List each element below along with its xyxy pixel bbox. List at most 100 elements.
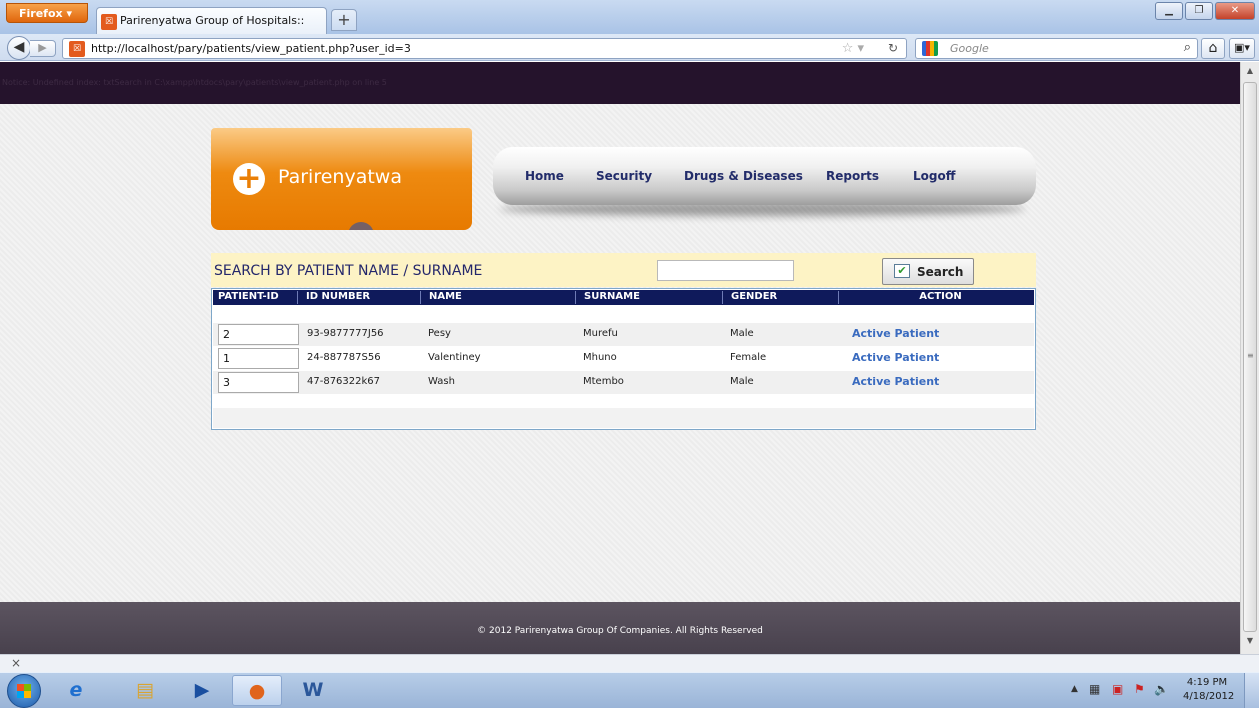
patient-search-row: SEARCH BY PATIENT NAME / SURNAME ✔ Searc… <box>211 253 1036 287</box>
menu-item-security[interactable]: Security <box>596 169 652 183</box>
start-button[interactable] <box>7 674 41 708</box>
main-menu: Home Security Drugs & Diseases Reports L… <box>493 147 1036 205</box>
new-tab-button[interactable]: + <box>331 9 357 31</box>
patients-table: PATIENT-ID ID NUMBER NAME SURNAME GENDER… <box>211 288 1036 430</box>
grip-icon: ≡ <box>1247 351 1254 360</box>
surname-cell: Mtembo <box>583 376 624 387</box>
active-patient-link[interactable]: Active Patient <box>852 327 939 340</box>
vertical-scrollbar[interactable]: ▲ ≡ ▼ <box>1240 62 1259 654</box>
table-row: 2 93-9877777J56 Pesy Murefu Male Active … <box>213 323 1034 346</box>
menu-item-home[interactable]: Home <box>525 169 564 183</box>
windows-taskbar: e ▤ ▶ ● W ▲ ▦ ▣ ⚑ 🔈 4:19 PM 4/18/2012 <box>0 672 1259 708</box>
search-button-label: Search <box>917 265 964 279</box>
column-header-patient-id: PATIENT-ID <box>213 291 298 304</box>
screen: Firefox ▾ ☒ Parirenyatwa Group of Hospit… <box>0 0 1259 708</box>
column-header-id-number: ID NUMBER <box>301 291 421 304</box>
header-bar: Notice: Undefined index: txtSearch in C:… <box>0 62 1240 104</box>
id-number-cell: 93-9877777J56 <box>307 328 384 339</box>
windows-logo-icon <box>17 684 31 698</box>
active-patient-link[interactable]: Active Patient <box>852 375 939 388</box>
url-text[interactable]: http://localhost/pary/patients/view_pati… <box>91 42 411 55</box>
id-number-cell: 47-876322k67 <box>307 376 381 387</box>
google-icon[interactable] <box>922 41 938 56</box>
word-icon[interactable]: W <box>288 675 338 706</box>
reload-icon[interactable]: ↻ <box>888 41 898 55</box>
search-engine-placeholder: Google <box>950 42 989 55</box>
patient-id-field[interactable]: 2 <box>218 324 299 345</box>
menu-item-drugs-diseases[interactable]: Drugs & Diseases <box>684 169 803 183</box>
logo-decoration <box>348 222 374 230</box>
scroll-down-arrow-icon[interactable]: ▼ <box>1244 636 1256 650</box>
home-icon[interactable]: ⌂ <box>1201 38 1225 59</box>
scrollbar-thumb[interactable]: ≡ <box>1243 82 1257 632</box>
surname-cell: Murefu <box>583 328 618 339</box>
maximize-icon[interactable]: ❐ <box>1185 2 1213 20</box>
window-controls: ▁ ❐ ✕ <box>1155 2 1255 20</box>
column-header-gender: GENDER <box>726 291 839 304</box>
firefox-menu-button[interactable]: Firefox ▾ <box>6 3 88 23</box>
close-icon[interactable]: ✕ <box>1215 2 1255 20</box>
url-bar[interactable]: ☒ http://localhost/pary/patients/view_pa… <box>62 38 907 59</box>
name-cell: Valentiney <box>428 352 481 363</box>
xampp-icon: ☒ <box>101 14 117 30</box>
gender-cell: Female <box>730 352 767 363</box>
tray-expand-icon[interactable]: ▲ <box>1071 684 1078 694</box>
bookmark-star-icon[interactable]: ☆ ▾ <box>842 41 864 56</box>
search-engine-bar[interactable]: Google ⌕ <box>915 38 1198 59</box>
menu-item-logoff[interactable]: Logoff <box>913 169 955 183</box>
column-header-surname: SURNAME <box>579 291 723 304</box>
footer-copyright: © 2012 Parirenyatwa Group Of Companies. … <box>477 626 763 636</box>
php-notice: Notice: Undefined index: txtSearch in C:… <box>2 78 387 87</box>
show-desktop-button[interactable] <box>1244 673 1259 708</box>
browser-titlebar: Firefox ▾ ☒ Parirenyatwa Group of Hospit… <box>0 0 1259 35</box>
plus-icon: + <box>233 163 265 195</box>
scroll-up-arrow-icon[interactable]: ▲ <box>1244 66 1256 80</box>
browser-navbar: ◀ ▶ ☒ http://localhost/pary/patients/vie… <box>0 34 1259 61</box>
name-cell: Wash <box>428 376 455 387</box>
active-patient-link[interactable]: Active Patient <box>852 351 939 364</box>
internet-explorer-icon[interactable]: e <box>51 675 101 706</box>
network-icon[interactable]: ▣ <box>1112 682 1123 696</box>
patient-id-field[interactable]: 1 <box>218 348 299 369</box>
printer-icon[interactable]: ▦ <box>1089 682 1100 696</box>
surname-cell: Mhuno <box>583 352 617 363</box>
xampp-icon: ☒ <box>69 41 85 57</box>
search-label: SEARCH BY PATIENT NAME / SURNAME <box>214 263 483 279</box>
page-viewport: Notice: Undefined index: txtSearch in C:… <box>0 62 1240 654</box>
gender-cell: Male <box>730 328 754 339</box>
volume-icon[interactable]: 🔈 <box>1154 682 1169 696</box>
clock-date: 4/18/2012 <box>1183 691 1235 702</box>
tab-title: Parirenyatwa Group of Hospitals:: <box>120 14 305 27</box>
magnifier-icon[interactable]: ⌕ <box>1184 40 1191 55</box>
search-input[interactable] <box>657 260 794 281</box>
checkmark-icon: ✔ <box>894 264 910 278</box>
media-player-icon[interactable]: ▶ <box>177 675 227 706</box>
search-button[interactable]: ✔ Search <box>882 258 974 285</box>
patient-id-field[interactable]: 3 <box>218 372 299 393</box>
file-explorer-icon[interactable]: ▤ <box>120 675 170 706</box>
back-arrow-icon[interactable]: ◀ <box>7 36 31 60</box>
table-header: PATIENT-ID ID NUMBER NAME SURNAME GENDER… <box>213 290 1034 305</box>
find-bar: × <box>0 654 1259 672</box>
extension-icon[interactable]: ▣▾ <box>1229 38 1255 59</box>
firefox-taskbar-icon[interactable]: ● <box>232 675 282 706</box>
system-clock[interactable]: 4:19 PM 4/18/2012 <box>1183 676 1235 704</box>
tab-parirenyatwa[interactable]: ☒ Parirenyatwa Group of Hospitals:: <box>96 7 327 35</box>
logo-text: Parirenyatwa <box>278 166 402 188</box>
id-number-cell: 24-887787S56 <box>307 352 381 363</box>
column-header-name: NAME <box>424 291 576 304</box>
minimize-icon[interactable]: ▁ <box>1155 2 1183 20</box>
name-cell: Pesy <box>428 328 451 339</box>
table-footer <box>213 408 1034 428</box>
gender-cell: Male <box>730 376 754 387</box>
menu-item-reports[interactable]: Reports <box>826 169 879 183</box>
table-row: 3 47-876322k67 Wash Mtembo Male Active P… <box>213 371 1034 394</box>
table-row: 1 24-887787S56 Valentiney Mhuno Female A… <box>213 347 1034 370</box>
site-logo[interactable]: + Parirenyatwa <box>211 128 472 230</box>
column-header-action: ACTION <box>919 291 962 302</box>
forward-arrow-icon[interactable]: ▶ <box>30 40 56 57</box>
clock-time: 4:19 PM <box>1186 677 1228 688</box>
close-icon[interactable]: × <box>11 656 21 670</box>
flag-icon[interactable]: ⚑ <box>1134 682 1145 696</box>
page-footer: © 2012 Parirenyatwa Group Of Companies. … <box>0 602 1240 654</box>
